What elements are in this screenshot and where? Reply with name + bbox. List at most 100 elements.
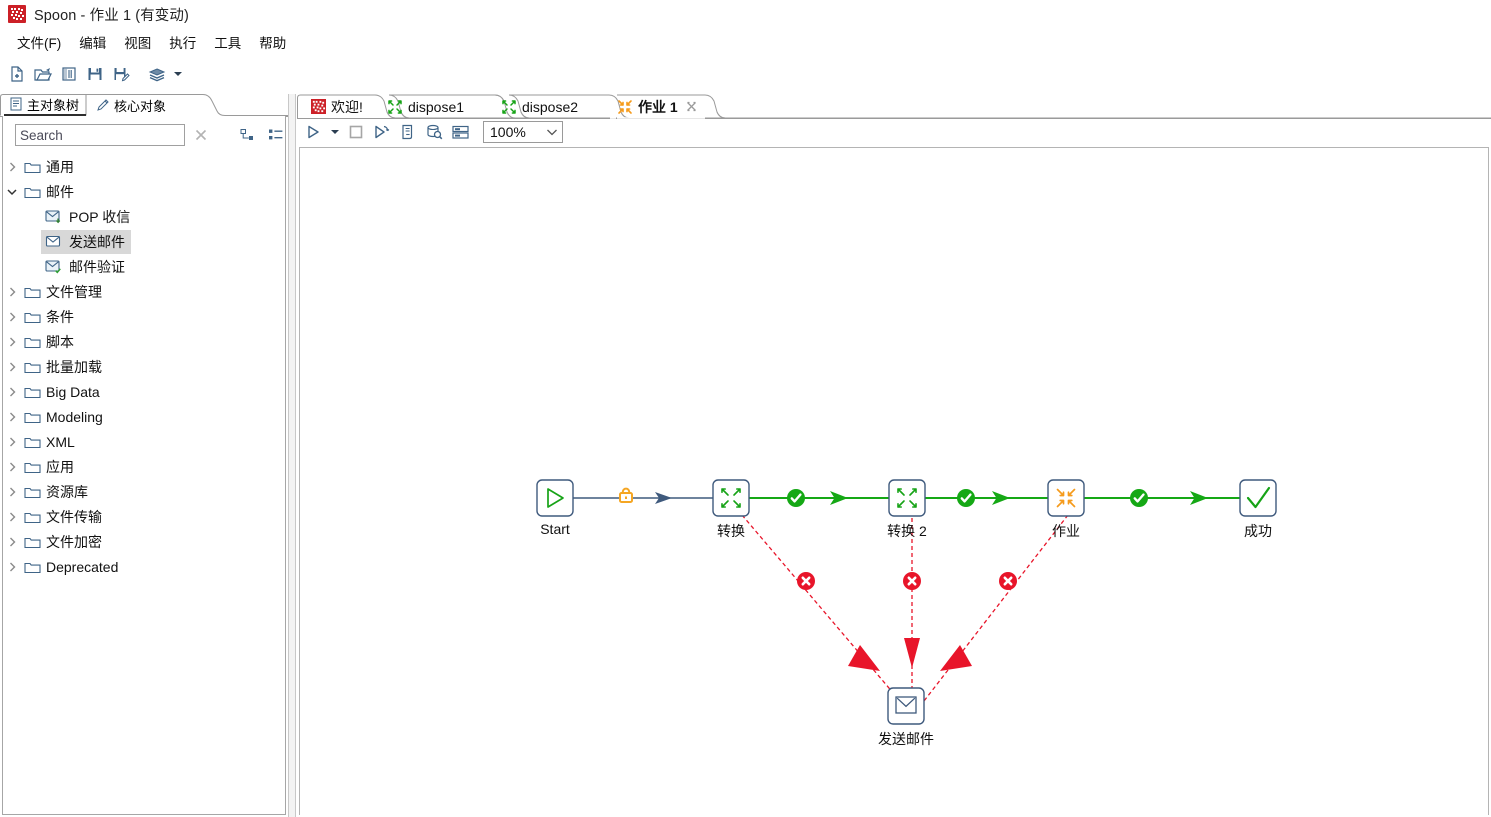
green-check-icon[interactable] xyxy=(1130,489,1148,507)
tree-item-conditions[interactable]: 条件 xyxy=(3,304,285,329)
grid-icon[interactable] xyxy=(447,120,473,144)
tree-item-file-transfer[interactable]: 文件传输 xyxy=(3,504,285,529)
sidebar-tab-strip: 主对象树 核心对象 xyxy=(0,94,288,117)
run-next-icon[interactable] xyxy=(369,120,395,144)
green-check-icon[interactable] xyxy=(957,489,975,507)
chevron-right-icon[interactable] xyxy=(3,511,21,523)
main-toolbar xyxy=(0,58,1491,90)
run-options-dropdown-icon[interactable] xyxy=(327,120,343,144)
chevron-right-icon[interactable] xyxy=(3,486,21,498)
collapse-all-icon[interactable] xyxy=(265,124,287,146)
menu-bar: 文件(F) 编辑 视图 执行 工具 帮助 xyxy=(0,30,1491,54)
transformation-icon xyxy=(387,99,403,115)
expand-all-icon[interactable] xyxy=(237,124,259,146)
spoon-application-window: Spoon - 作业 1 (有变动) 文件(F) 编辑 视图 执行 工具 帮助 xyxy=(0,0,1491,817)
spoon-logo-icon xyxy=(8,5,26,23)
chevron-right-icon[interactable] xyxy=(3,286,21,298)
node-transformation-2-label: 转换 2 xyxy=(887,523,927,539)
tree-item-repository[interactable]: 资源库 xyxy=(3,479,285,504)
new-file-icon[interactable] xyxy=(4,61,30,87)
green-check-icon[interactable] xyxy=(787,489,805,507)
chevron-right-icon[interactable] xyxy=(3,311,21,323)
chevron-right-icon[interactable] xyxy=(3,161,21,173)
chevron-right-icon[interactable] xyxy=(3,536,21,548)
preview-data-icon[interactable] xyxy=(421,120,447,144)
spoon-logo-icon xyxy=(311,99,326,114)
folder-icon xyxy=(21,410,43,424)
run-icon[interactable] xyxy=(301,120,327,144)
tree-item-file-management[interactable]: 文件管理 xyxy=(3,279,285,304)
chevron-right-icon[interactable] xyxy=(3,411,21,423)
explore-repository-icon[interactable] xyxy=(56,61,82,87)
tab-dispose1[interactable]: dispose1 xyxy=(379,95,472,118)
tree-item-send-mail[interactable]: 发送邮件 xyxy=(3,229,285,254)
chevron-right-icon[interactable] xyxy=(3,461,21,473)
red-error-icon[interactable] xyxy=(797,572,815,590)
menu-edit[interactable]: 编辑 xyxy=(70,30,115,54)
hop-trans2-to-mail-error[interactable] xyxy=(904,518,920,701)
node-transformation-2[interactable] xyxy=(888,479,926,517)
tab-dispose2[interactable]: dispose2 xyxy=(493,95,586,118)
node-transformation-1[interactable] xyxy=(712,479,750,517)
tree-item-bulk-loading[interactable]: 批量加载 xyxy=(3,354,285,379)
sidebar-tab-main-tree[interactable]: 主对象树 xyxy=(4,94,86,116)
chevron-right-icon[interactable] xyxy=(3,386,21,398)
red-error-icon[interactable] xyxy=(903,572,921,590)
job-icon xyxy=(617,99,633,115)
tree-item-mail-validate[interactable]: 邮件验证 xyxy=(3,254,285,279)
zoom-level-select[interactable]: 100% xyxy=(483,121,563,143)
node-success[interactable] xyxy=(1239,479,1277,517)
menu-help[interactable]: 帮助 xyxy=(250,30,295,54)
close-icon[interactable] xyxy=(686,101,697,112)
tree-item-general[interactable]: 通用 xyxy=(3,154,285,179)
menu-tools[interactable]: 工具 xyxy=(205,30,250,54)
tree-item-pop-receive[interactable]: POP 收信 xyxy=(3,204,285,229)
stop-icon[interactable] xyxy=(343,120,369,144)
save-as-icon[interactable] xyxy=(108,61,134,87)
menu-view[interactable]: 视图 xyxy=(115,30,160,54)
chevron-down-icon[interactable] xyxy=(546,124,558,140)
node-job-label: 作业 xyxy=(1052,523,1080,539)
search-input[interactable] xyxy=(15,124,185,146)
job-canvas[interactable]: Start 转换 转换 2 作业 成功 发送邮件 xyxy=(299,147,1489,815)
red-error-icon[interactable] xyxy=(999,572,1017,590)
save-icon[interactable] xyxy=(82,61,108,87)
chevron-right-icon[interactable] xyxy=(3,361,21,373)
tab-welcome[interactable]: 欢迎! xyxy=(303,95,371,118)
tree-item-xml[interactable]: XML xyxy=(3,429,285,454)
menu-file[interactable]: 文件(F) xyxy=(8,30,70,54)
tree-item-deprecated[interactable]: Deprecated xyxy=(3,554,285,579)
chevron-right-icon[interactable] xyxy=(3,436,21,448)
hop-trans1-to-mail-error[interactable] xyxy=(741,514,901,702)
tree-item-modeling[interactable]: Modeling xyxy=(3,404,285,429)
node-send-mail[interactable] xyxy=(887,687,925,725)
hop-start-to-trans1[interactable] xyxy=(573,492,725,504)
tree-item-big-data[interactable]: Big Data xyxy=(3,379,285,404)
layers-icon[interactable] xyxy=(144,61,170,87)
tree-item-utility[interactable]: 应用 xyxy=(3,454,285,479)
tree-item-mail[interactable]: 邮件 xyxy=(3,179,285,204)
chevron-right-icon[interactable] xyxy=(3,561,21,573)
lock-icon[interactable] xyxy=(619,487,633,503)
hop-trans1-to-trans2[interactable] xyxy=(748,491,901,505)
canvas-toolbar: 100% xyxy=(297,119,1491,145)
tree-item-scripting[interactable]: 脚本 xyxy=(3,329,285,354)
hop-trans2-to-job[interactable] xyxy=(924,491,1060,505)
hop-job-to-mail-error[interactable] xyxy=(923,514,1069,702)
menu-run[interactable]: 执行 xyxy=(160,30,205,54)
sidebar-tab-core-objects[interactable]: 核心对象 xyxy=(90,94,190,116)
metrics-icon[interactable] xyxy=(395,120,421,144)
folder-icon xyxy=(21,535,43,549)
panel-sash-divider[interactable] xyxy=(288,94,296,817)
chevron-right-icon[interactable] xyxy=(3,336,21,348)
tree-item-file-encryption[interactable]: 文件加密 xyxy=(3,529,285,554)
open-folder-icon[interactable] xyxy=(30,61,56,87)
node-job[interactable] xyxy=(1047,479,1085,517)
tab-job-1[interactable]: 作业 1 xyxy=(609,95,705,118)
left-panel: 主对象树 核心对象 Search 通用 邮件 POP 收信 发送邮件 邮件验证 … xyxy=(0,94,288,817)
clear-x-icon[interactable] xyxy=(189,124,213,146)
folder-icon xyxy=(21,185,43,199)
chevron-down-icon[interactable] xyxy=(170,61,186,87)
chevron-down-icon[interactable] xyxy=(3,187,21,197)
node-start[interactable] xyxy=(536,479,574,517)
